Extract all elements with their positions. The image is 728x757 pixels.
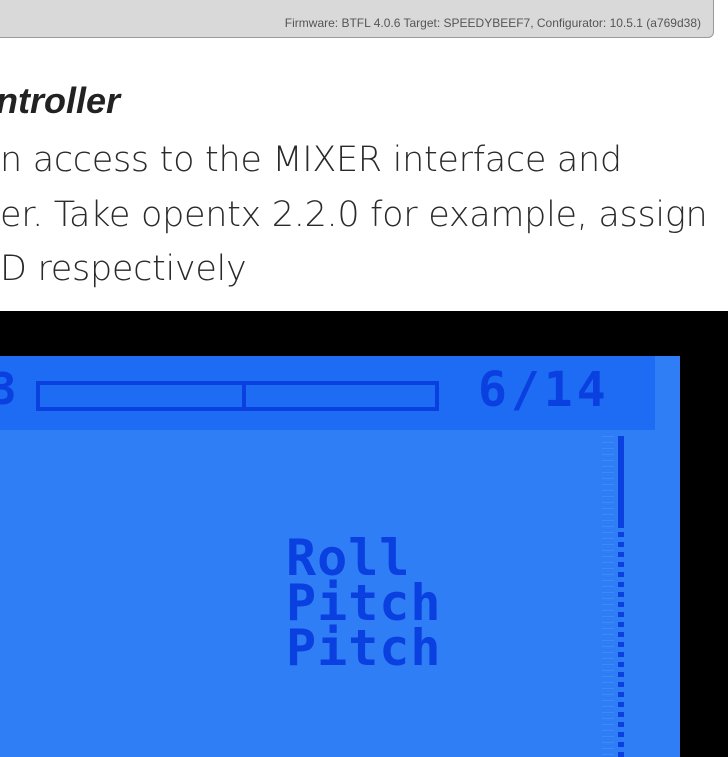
lcd-channel-list: Roll Pitch Pitch <box>286 533 442 677</box>
lcd-scroll-ticks <box>602 436 614 757</box>
radio-lcd-photo: 3 6/14 Roll Pitch Pitch <box>0 311 728 757</box>
lcd-page-indicator: 6/14 <box>478 362 610 418</box>
lcd-channel-item: Pitch <box>286 619 442 677</box>
section-heading: ntroller <box>0 80 120 122</box>
firmware-info: Firmware: BTFL 4.0.6 Target: SPEEDYBEEF7… <box>284 16 701 30</box>
paragraph-line-2: er. Take opentx 2.2.0 for example, assig… <box>0 195 708 235</box>
status-bar: Firmware: BTFL 4.0.6 Target: SPEEDYBEEF7… <box>0 0 714 38</box>
paragraph-line-1: n access to the MIXER interface and <box>0 140 622 180</box>
lcd-header-bar: 3 6/14 <box>0 356 655 430</box>
lcd-scroll-track <box>618 532 624 757</box>
lcd-progress-divider <box>242 385 246 407</box>
paragraph-line-3: D respectively <box>0 249 247 289</box>
lcd-scrollbar <box>602 436 624 757</box>
lcd-header-left-text: 3 <box>0 364 19 415</box>
section-heading-text: ntroller <box>0 80 121 121</box>
lcd-progress-bar <box>36 381 439 411</box>
lcd-scroll-thumb <box>618 436 624 528</box>
lcd-screen: 3 6/14 Roll Pitch Pitch <box>0 356 680 757</box>
